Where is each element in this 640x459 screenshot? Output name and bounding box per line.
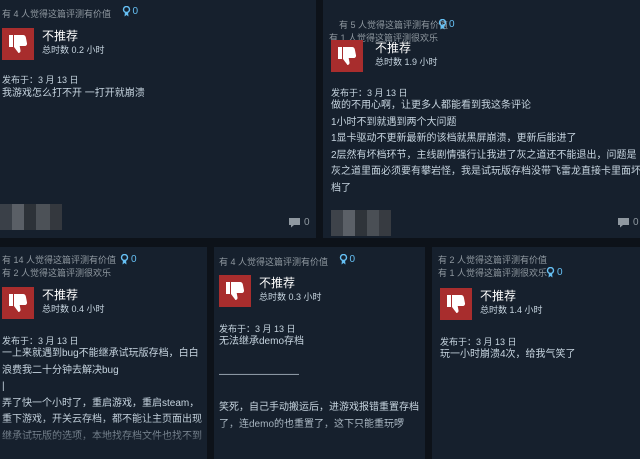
award-count: 0 bbox=[131, 254, 137, 265]
review-card: 有 5 人觉得这篇评测有价值 有 1 人觉得这篇评测很欢乐 0 不推荐 总时数 … bbox=[323, 0, 640, 238]
reviewer-avatar[interactable] bbox=[331, 210, 391, 236]
comment-button[interactable]: 0 bbox=[288, 217, 310, 228]
helpful-count: 有 4 人觉得这篇评测有价值 0 bbox=[219, 254, 356, 267]
award-icon bbox=[120, 254, 129, 265]
comment-icon bbox=[618, 218, 629, 228]
recommendation-label: 不推荐 bbox=[259, 276, 296, 290]
helpful-count: 有 2 人觉得这篇评测有价值 有 1 人觉得这篇评测很欢乐 bbox=[438, 255, 548, 278]
recommendation-label: 不推荐 bbox=[375, 41, 412, 55]
recommendation-label: 不推荐 bbox=[480, 289, 517, 303]
review-card: 有 14 人觉得这篇评测有价值 有 2 人觉得这篇评测很欢乐 不推荐 总时数 0… bbox=[0, 247, 207, 459]
award-button[interactable]: 0 bbox=[546, 267, 563, 278]
review-text: 做的不用心啊，让更多人都能看到我这条评论 1小时不到就遇到两个大问题 1显卡驱动… bbox=[331, 100, 640, 194]
award-button[interactable]: 0 bbox=[122, 6, 139, 17]
award-button[interactable]: 0 bbox=[120, 254, 137, 265]
playtime: 总时数 0.3 小时 bbox=[259, 292, 322, 302]
award-count: 0 bbox=[132, 6, 139, 17]
reviewer-avatar[interactable] bbox=[0, 204, 62, 230]
playtime: 总时数 0.4 小时 bbox=[42, 304, 105, 314]
review-text: 玩一小时崩溃4次，给我气笑了 bbox=[440, 349, 576, 360]
posted-date: 发布于：3 月 13 日 bbox=[2, 75, 79, 85]
award-icon bbox=[122, 6, 130, 17]
thumbs-down-icon bbox=[331, 40, 363, 72]
award-count: 0 bbox=[449, 19, 455, 30]
helpful-count: 有 14 人觉得这篇评测有价值 有 2 人觉得这篇评测很欢乐 bbox=[2, 255, 117, 278]
thumbs-down-icon bbox=[219, 275, 251, 307]
helpful-count: 有 4 人觉得这篇评测有价值 0 bbox=[2, 6, 139, 19]
comment-count: 0 bbox=[304, 217, 310, 228]
award-icon bbox=[546, 267, 555, 278]
award-icon bbox=[438, 19, 447, 30]
award-count: 0 bbox=[557, 267, 563, 278]
playtime: 总时数 1.4 小时 bbox=[480, 305, 543, 315]
review-text: 一上来就遇到bug不能继承试玩版存档，白白 浪费我二十分钟去解决bug | 弄了… bbox=[2, 348, 202, 442]
comment-count: 0 bbox=[633, 217, 639, 228]
recommendation-label: 不推荐 bbox=[42, 288, 79, 302]
review-card: 有 2 人觉得这篇评测有价值 有 1 人觉得这篇评测很欢乐 0 不推荐 总时数 … bbox=[432, 247, 640, 459]
comment-icon bbox=[289, 218, 300, 228]
award-button[interactable]: 0 bbox=[438, 19, 455, 30]
recommendation-label: 不推荐 bbox=[42, 29, 79, 43]
thumbs-down-icon bbox=[440, 288, 472, 320]
review-card: 有 4 人觉得这篇评测有价值 0 不推荐 总时数 0.2 小时 发布于：3 月 … bbox=[0, 0, 316, 238]
review-card: 有 4 人觉得这篇评测有价值 0 不推荐 总时数 0.3 小时 发布于：3 月 … bbox=[214, 247, 425, 459]
thumbs-down-icon bbox=[2, 28, 34, 60]
award-count: 0 bbox=[349, 254, 356, 265]
playtime: 总时数 1.9 小时 bbox=[375, 57, 438, 67]
review-text: 我游戏怎么打不开 一打开就崩溃 bbox=[2, 88, 145, 99]
comment-button[interactable]: 0 bbox=[617, 217, 639, 228]
playtime: 总时数 0.2 小时 bbox=[42, 45, 105, 55]
review-text: 无法继承demo存档 ———————— 笑死，自己手动搬运后，进游戏报错重置存档… bbox=[219, 336, 419, 430]
award-button[interactable]: 0 bbox=[339, 254, 356, 265]
thumbs-down-icon bbox=[2, 287, 34, 319]
award-icon bbox=[339, 254, 347, 265]
